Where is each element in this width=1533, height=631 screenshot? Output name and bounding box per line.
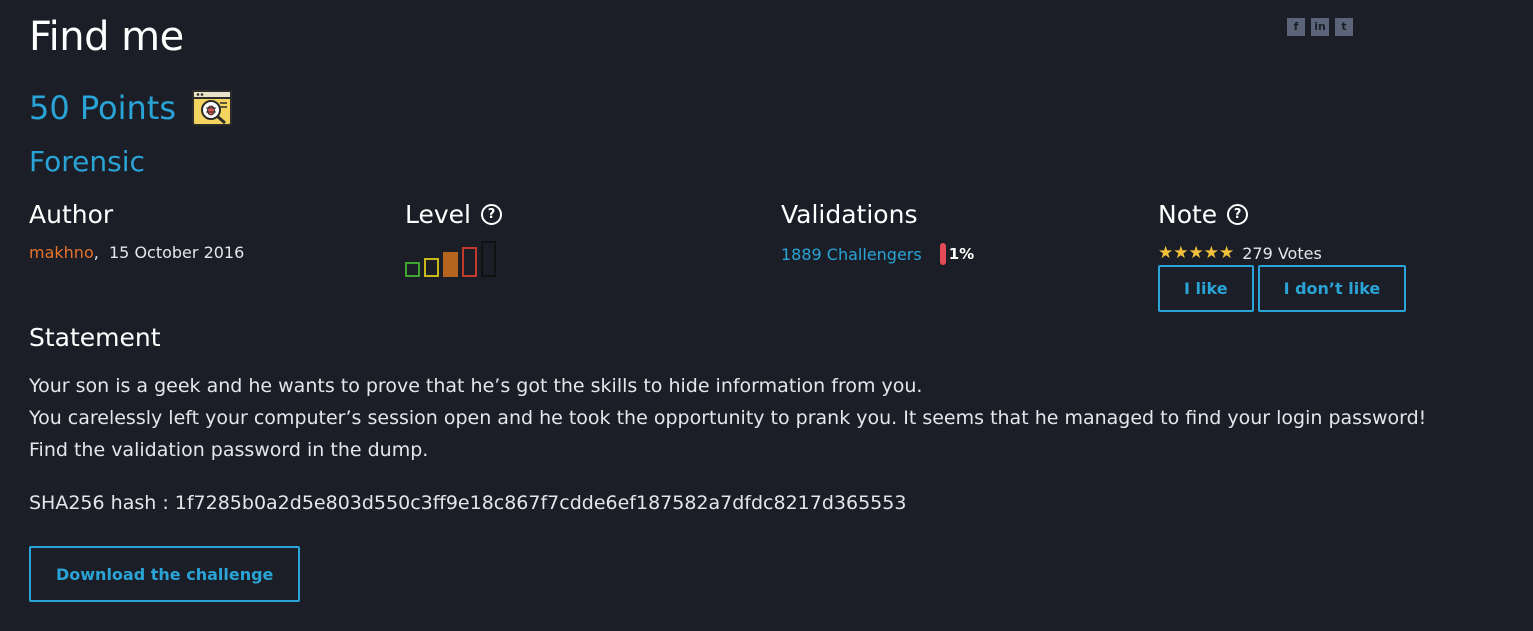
statement-line-1: Your son is a geek and he wants to prove…	[29, 375, 923, 397]
level-bar-3[interactable]	[443, 252, 458, 277]
author-date: 15 October 2016	[109, 243, 245, 262]
social-share-bar: f in t	[1287, 18, 1353, 36]
percent-bar	[939, 243, 946, 265]
statement-text: Your son is a geek and he wants to prove…	[29, 370, 1469, 466]
author-heading: Author	[29, 200, 114, 229]
validations-heading: Validations	[781, 200, 918, 229]
points-value: 50 Points	[29, 89, 177, 127]
level-bars	[405, 239, 502, 277]
dislike-button[interactable]: I don’t like	[1257, 265, 1407, 312]
note-heading: Note?	[1158, 200, 1406, 229]
star-rating-icon: ★★★★★	[1158, 243, 1235, 263]
sha256-hash: SHA256 hash : 1f7285b0a2d5e803d550c3ff9e…	[29, 492, 907, 514]
author-link[interactable]: makhno	[29, 243, 94, 262]
level-heading: Level?	[405, 200, 502, 229]
level-bar-4[interactable]	[462, 247, 477, 277]
bug-magnifier-icon[interactable]	[192, 88, 233, 128]
help-icon[interactable]: ?	[481, 204, 502, 225]
twitter-icon[interactable]: t	[1335, 18, 1353, 36]
challengers-link[interactable]: 1889 Challengers	[781, 245, 922, 264]
facebook-icon[interactable]: f	[1287, 18, 1305, 36]
statement-heading: Statement	[29, 323, 161, 352]
help-icon[interactable]: ?	[1227, 204, 1249, 225]
author-line: makhno, 15 October 2016	[29, 243, 244, 262]
level-bar-1[interactable]	[405, 262, 420, 277]
points-row: 50 Points	[29, 88, 233, 128]
download-challenge-button[interactable]: Download the challenge	[29, 546, 301, 602]
level-bar-2[interactable]	[424, 258, 439, 277]
statement-line-3: Find the validation password in the dump…	[29, 439, 429, 461]
rating-line: ★★★★★ 279 Votes	[1158, 243, 1406, 263]
validation-percent: 1%	[939, 243, 974, 265]
level-section: Level?	[405, 200, 502, 277]
votes-count: 279 Votes	[1242, 243, 1322, 263]
page-title: Find me	[29, 14, 184, 60]
statement-line-2: You carelessly left your computer’s sess…	[29, 407, 1427, 429]
author-separator: ,	[93, 243, 99, 262]
note-section: Note? ★★★★★ 279 Votes I like I don’t lik…	[1158, 200, 1407, 312]
author-section: Author makhno, 15 October 2016	[29, 200, 244, 262]
vote-buttons: I like I don’t like	[1158, 265, 1407, 312]
category-label[interactable]: Forensic	[29, 145, 145, 178]
like-button[interactable]: I like	[1158, 265, 1254, 312]
validations-line: 1889 Challengers 1%	[781, 243, 974, 265]
linkedin-icon[interactable]: in	[1311, 18, 1329, 36]
validations-section: Validations 1889 Challengers 1%	[781, 200, 974, 265]
level-bar-5[interactable]	[481, 241, 496, 277]
